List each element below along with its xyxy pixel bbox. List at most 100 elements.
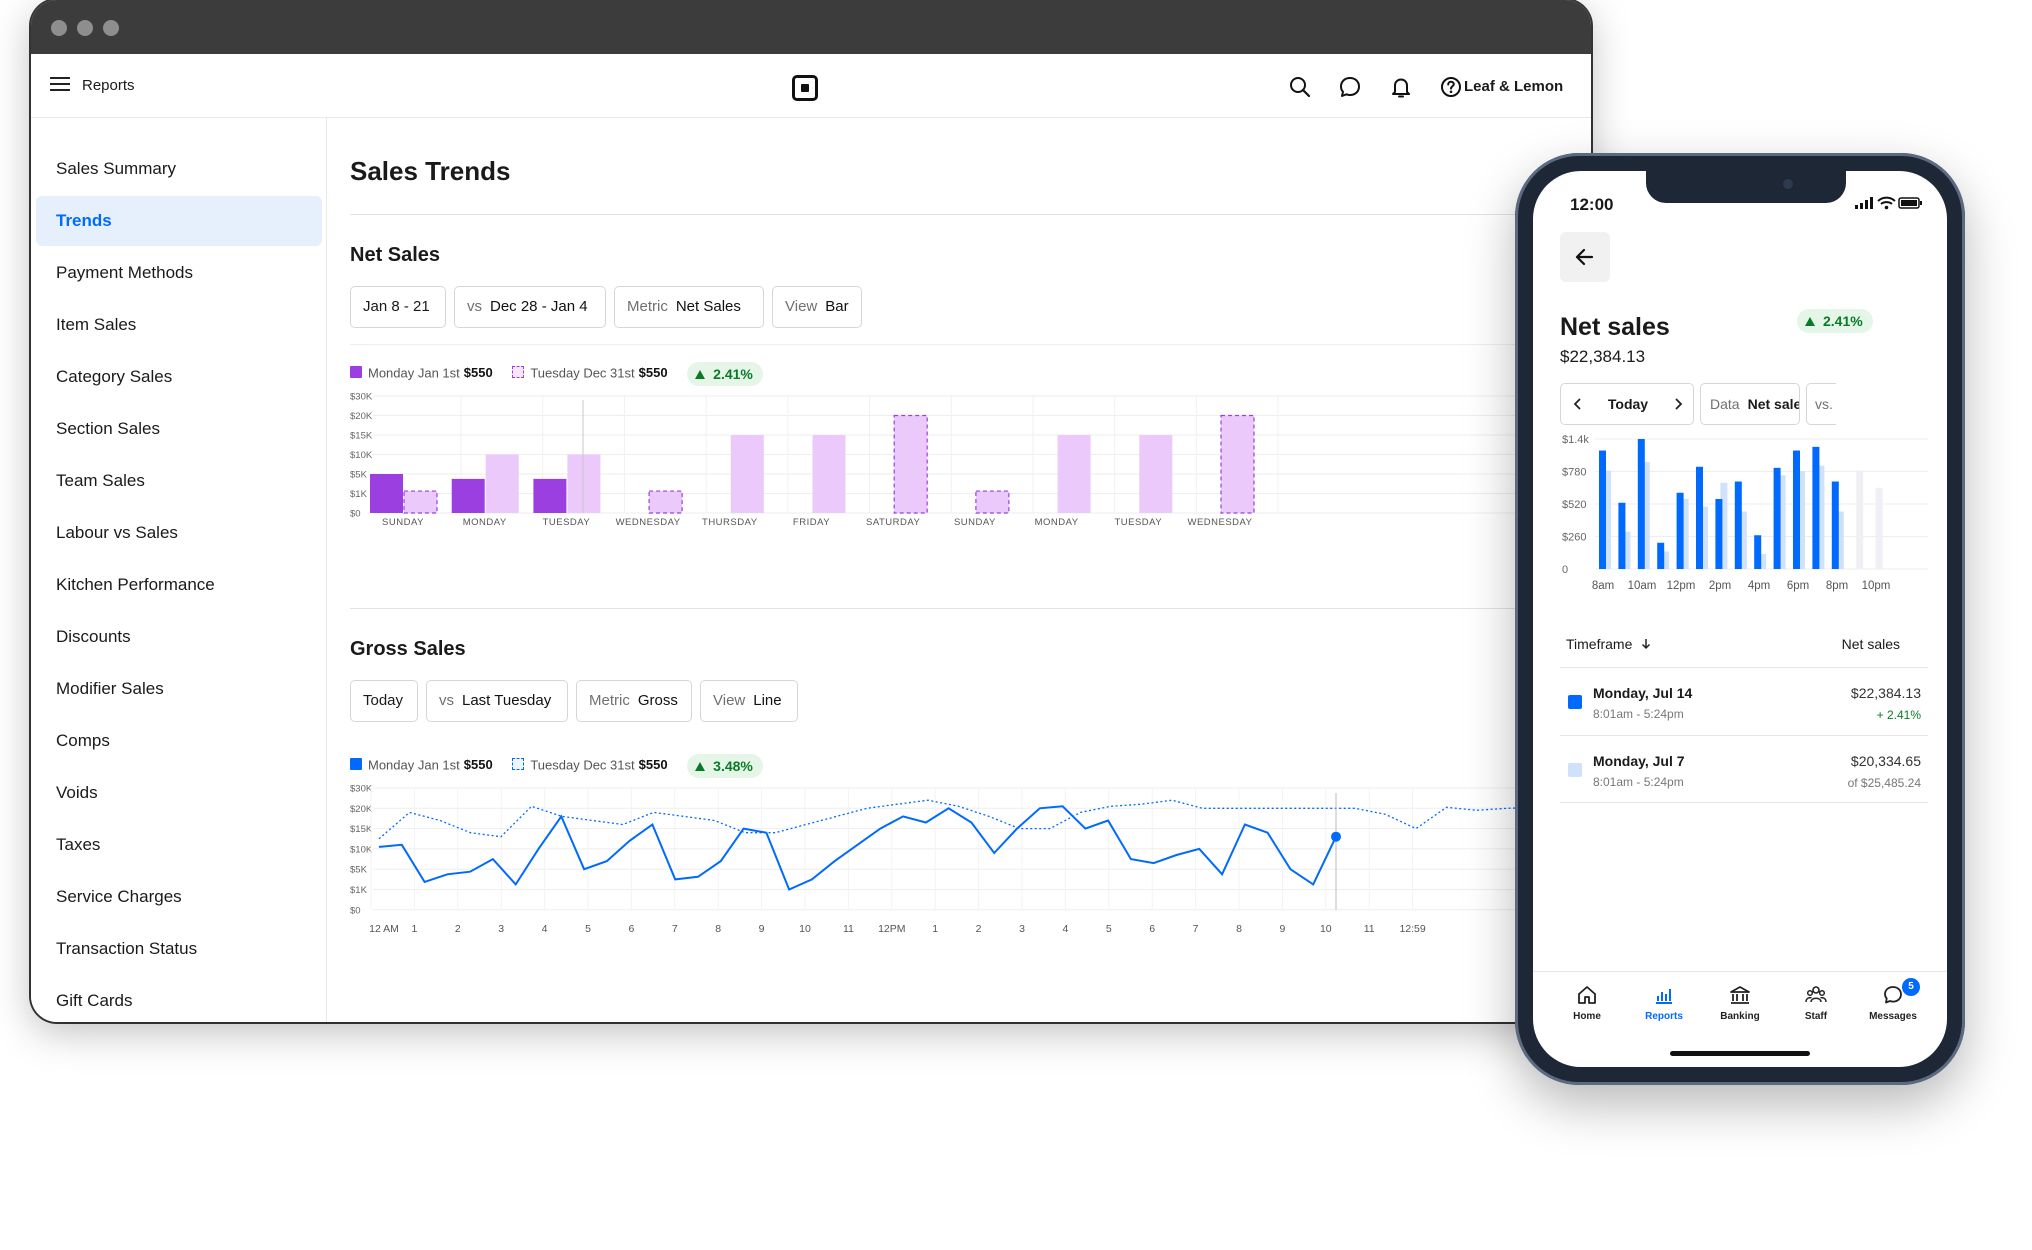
sidebar-item-sales-summary[interactable]: Sales Summary [36, 144, 322, 194]
status-icons [1855, 196, 1922, 210]
sidebar-item-labour-vs-sales[interactable]: Labour vs Sales [36, 508, 322, 558]
table-row[interactable]: Monday, Jul 7 8:01am - 5:24pm $20,334.65… [1560, 735, 1928, 803]
x-tick-label: 9 [1279, 923, 1285, 935]
gross-sales-change-badge: 3.48% [687, 754, 763, 778]
y-tick-label: $20K [350, 804, 373, 815]
chat-icon[interactable] [1337, 74, 1363, 100]
legend-previous-label: Tuesday Dec 31st [530, 757, 635, 773]
main-content: Sales Trends Net Sales Jan 8 - 21 vs Dec … [328, 118, 1591, 1022]
sidebar-item-comps[interactable]: Comps [36, 716, 322, 766]
net-view-chip[interactable]: View Bar [772, 286, 862, 328]
sidebar-item-kitchen-performance[interactable]: Kitchen Performance [36, 560, 322, 610]
bar-previous [730, 435, 764, 513]
net-metric-chip[interactable]: Metric Net Sales [614, 286, 764, 328]
sidebar-item-service-charges[interactable]: Service Charges [36, 872, 322, 922]
search-icon[interactable] [1287, 74, 1313, 100]
hamburger-menu-icon[interactable] [50, 76, 72, 94]
app-title: Reports [82, 77, 135, 94]
bar-previous [648, 490, 683, 514]
row-title: Monday, Jul 7 [1593, 753, 1685, 769]
gross-compare-chip[interactable]: vs Last Tuesday [426, 680, 568, 722]
bar-current [370, 474, 403, 513]
merchant-name[interactable]: Leaf & Lemon [1464, 78, 1563, 95]
sort-arrow-down-icon[interactable] [1640, 638, 1652, 650]
net-sales-column-header: Net sales [1841, 636, 1900, 652]
bar-current [1657, 542, 1665, 569]
y-tick-label: $15K [350, 431, 373, 442]
gross-metric-chip[interactable]: Metric Gross [576, 680, 692, 722]
tab-home[interactable]: Home [1549, 984, 1625, 1034]
sidebar-item-section-sales[interactable]: Section Sales [36, 404, 322, 454]
tab-banking[interactable]: Banking [1702, 984, 1778, 1034]
sidebar-item-taxes[interactable]: Taxes [36, 820, 322, 870]
series-color-swatch [1568, 695, 1582, 709]
x-tick-label: TUESDAY [543, 517, 591, 528]
sidebar-item-trends[interactable]: Trends [36, 196, 322, 246]
y-tick-label: $15K [350, 824, 373, 835]
sidebar-item-transaction-status[interactable]: Transaction Status [36, 924, 322, 974]
timeframe-column-header[interactable]: Timeframe [1566, 636, 1652, 652]
tab-staff[interactable]: Staff [1778, 984, 1854, 1034]
square-logo-icon[interactable] [792, 75, 818, 101]
sidebar-item-gift-cards[interactable]: Gift Cards [36, 976, 322, 1022]
legend-current-value: $550 [463, 757, 493, 773]
phone-net-sales-title: Net sales [1560, 313, 1670, 341]
sidebar-item-payment-methods[interactable]: Payment Methods [36, 248, 322, 298]
legend-current-swatch [350, 366, 362, 379]
bar-previous [485, 454, 519, 513]
gross-date-chip[interactable]: Today [350, 680, 418, 722]
y-tick-label: $260 [1562, 532, 1586, 544]
window-close-dot[interactable] [51, 20, 67, 36]
phone-net-sales-amount: $22,384.13 [1560, 347, 1646, 366]
table-row[interactable]: Monday, Jul 14 8:01am - 5:24pm $22,384.1… [1560, 667, 1928, 735]
x-tick-label: 6pm [1787, 580, 1809, 592]
y-tick-label: $30K [350, 392, 373, 403]
back-button[interactable] [1560, 232, 1610, 282]
divider [350, 214, 1591, 215]
bar-current [1734, 481, 1742, 569]
phone-net-sales-chart: $1.4k $780 $520 $260 0 8am 10am 12pm 2pm 4pm 6pm 8p… [1562, 434, 1928, 592]
page-title: Sales Trends [350, 156, 511, 186]
window-maximize-dot[interactable] [103, 20, 119, 36]
y-tick-label: $520 [1562, 499, 1586, 511]
tab-messages[interactable]: 5 Messages [1855, 978, 1931, 1034]
net-date-range-chip[interactable]: Jan 8 - 21 [350, 286, 446, 328]
x-tick-label: 10 [1320, 923, 1332, 935]
window-minimize-dot[interactable] [77, 20, 93, 36]
phone-data-chip[interactable]: DataNet sales [1700, 383, 1800, 425]
gross-sales-line-chart: $30K $20K $15K $10K $5K $1K $0 12 AM 1 2 3 4 5 6 7 8 9 10… [350, 784, 1591, 935]
tab-reports[interactable]: Reports [1626, 984, 1702, 1034]
legend-previous-swatch [512, 758, 525, 771]
browser-titlebar [31, 0, 1591, 54]
chevron-right-icon[interactable] [1671, 397, 1685, 411]
bar-current [1696, 466, 1703, 569]
phone-vs-chip[interactable]: vs. [1806, 383, 1836, 425]
y-tick-label: $5K [350, 865, 368, 876]
net-sales-title: Net Sales [350, 244, 441, 266]
sidebar-item-item-sales[interactable]: Item Sales [36, 300, 322, 350]
legend-previous-swatch [512, 366, 525, 379]
help-icon[interactable] [1438, 74, 1464, 100]
x-tick-label: WEDNESDAY [1187, 517, 1252, 528]
sidebar-item-modifier-sales[interactable]: Modifier Sales [36, 664, 322, 714]
sidebar-item-category-sales[interactable]: Category Sales [36, 352, 322, 402]
net-compare-chip[interactable]: vs Dec 28 - Jan 4 [454, 286, 606, 328]
sidebar-item-voids[interactable]: Voids [36, 768, 322, 818]
notification-bell-icon[interactable] [1388, 74, 1414, 100]
sidebar-item-discounts[interactable]: Discounts [36, 612, 322, 662]
x-tick-label: THURSDAY [702, 517, 758, 528]
net-sales-change-badge: 2.41% [687, 362, 763, 386]
wifi-icon [1877, 196, 1896, 210]
bar-previous [975, 490, 1010, 514]
sidebar-item-team-sales[interactable]: Team Sales [36, 456, 322, 506]
gross-view-chip[interactable]: View Line [700, 680, 798, 722]
row-value: $22,384.13 [1850, 685, 1921, 701]
x-tick-label: 10 [799, 923, 811, 935]
app-header: Reports Leaf & Lemon [31, 54, 1591, 118]
y-tick-label: $5K [350, 470, 368, 481]
phone-timeframe-chip[interactable]: Today [1560, 383, 1694, 425]
bar-current [1676, 492, 1684, 569]
x-tick-label: 10am [1628, 580, 1657, 592]
bar-previous [1220, 414, 1255, 514]
bank-icon [1730, 986, 1750, 1004]
